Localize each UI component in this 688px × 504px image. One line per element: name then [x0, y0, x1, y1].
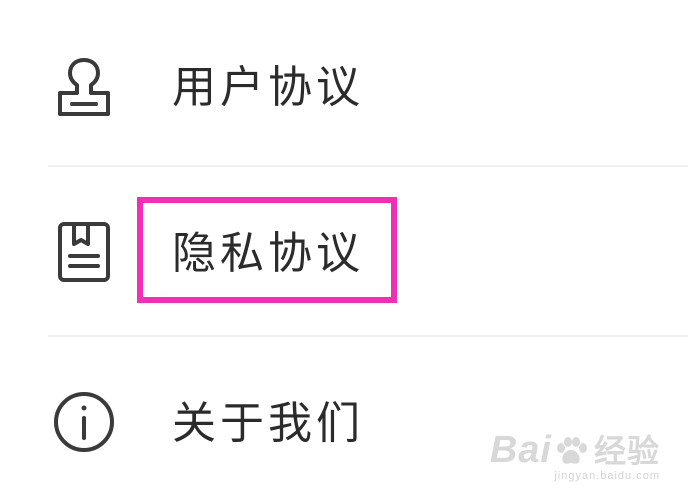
- watermark-brand-right: 经验: [593, 433, 660, 469]
- menu-item-label: 用户协议: [172, 62, 364, 113]
- paw-icon: [554, 435, 588, 465]
- stamp-icon: [52, 56, 116, 120]
- watermark-brand: Bai 经验: [490, 431, 660, 469]
- menu-item-user-agreement[interactable]: 用户协议: [0, 8, 688, 168]
- info-icon: [52, 390, 116, 454]
- watermark-brand-left: Bai: [489, 429, 552, 471]
- highlight-box: [137, 197, 397, 303]
- settings-screen: 用户协议 隐私协议 关于我们 Bai 经验 jingyan.baidu.com: [0, 0, 688, 504]
- watermark-url: jingyan.baidu.com: [554, 470, 660, 482]
- divider: [48, 165, 688, 167]
- watermark: Bai 经验 jingyan.baidu.com: [490, 431, 660, 482]
- menu-item-label: 关于我们: [172, 398, 364, 449]
- document-icon: [52, 220, 116, 284]
- divider: [48, 335, 688, 337]
